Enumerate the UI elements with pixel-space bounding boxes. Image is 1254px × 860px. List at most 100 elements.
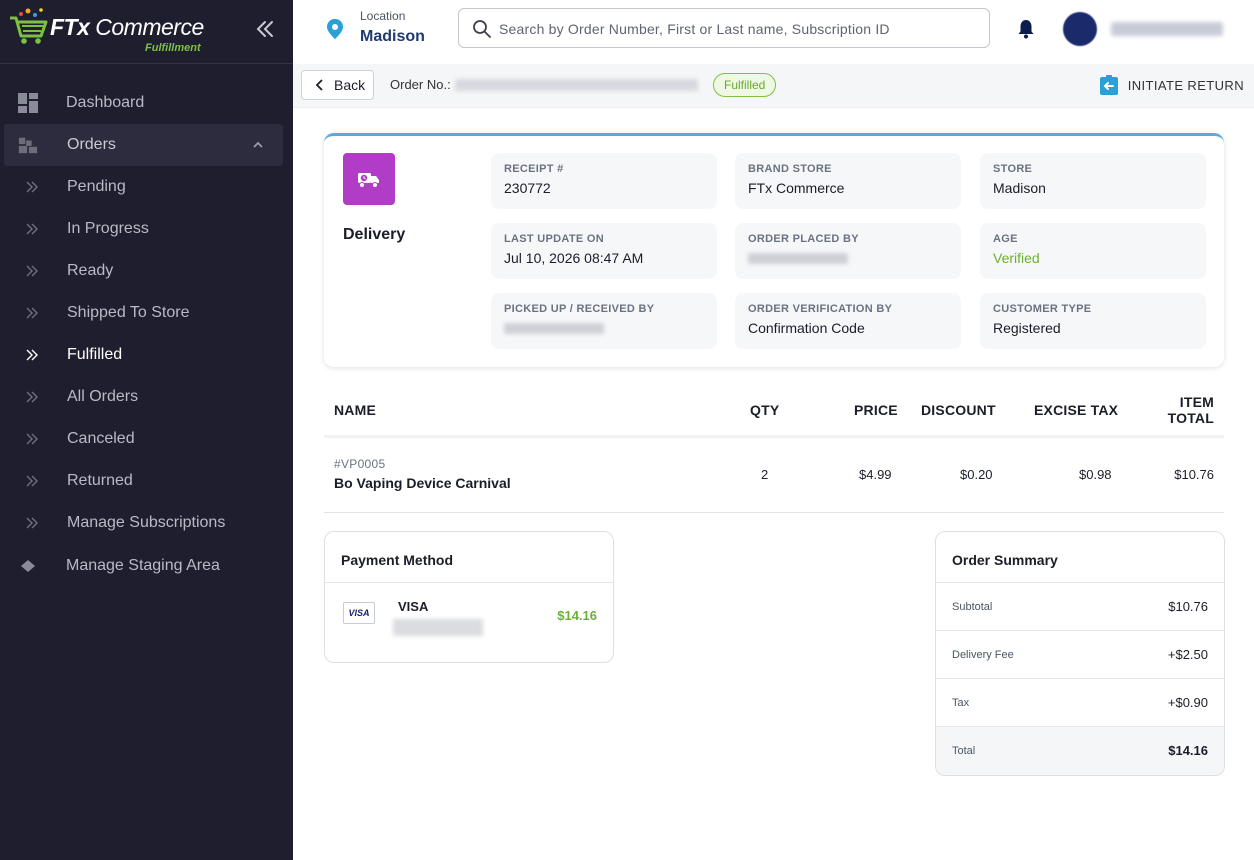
collapse-sidebar-icon[interactable] <box>254 18 276 40</box>
chevron-right-icon <box>22 345 42 365</box>
search-input[interactable] <box>499 18 979 40</box>
avatar[interactable] <box>1063 12 1097 46</box>
chevron-right-icon <box>22 471 42 491</box>
field-order-placed-by: ORDER PLACED BY <box>735 223 961 279</box>
order-number-value <box>455 79 698 91</box>
chevron-right-icon <box>22 303 42 323</box>
item-discount: $0.20 <box>960 467 993 482</box>
field-key: RECEIPT # <box>504 163 564 175</box>
search-icon <box>473 20 491 38</box>
field-last-update: LAST UPDATE ON Jul 10, 2026 08:47 AM <box>491 223 717 279</box>
table-row: #VP0005 Bo Vaping Device Carnival 2 $4.9… <box>324 441 1224 513</box>
field-key: BRAND STORE <box>748 163 832 175</box>
sidebar-item-label: Dashboard <box>66 93 145 111</box>
summary-label: Subtotal <box>952 601 993 613</box>
chevron-right-icon <box>22 513 42 533</box>
field-key: AGE <box>993 233 1018 245</box>
order-summary-card: Order Summary Subtotal $10.76 Delivery F… <box>935 531 1225 776</box>
sidebar: FTx Commerce Fulfillment Dashboard Order… <box>0 0 293 860</box>
sidebar-item-shipped-to-store[interactable]: Shipped To Store <box>0 292 293 334</box>
payment-method-title: Payment Method <box>325 532 613 583</box>
field-value: Confirmation Code <box>748 320 865 336</box>
summary-value: $14.16 <box>1168 743 1208 758</box>
cart-logo-icon <box>10 8 48 44</box>
field-picked-up-by: PICKED UP / RECEIVED BY <box>491 293 717 349</box>
chevron-right-icon <box>22 261 42 281</box>
field-key: ORDER VERIFICATION BY <box>748 303 893 315</box>
summary-label: Total <box>952 745 976 757</box>
sidebar-item-ready[interactable]: Ready <box>0 250 293 292</box>
diamond-icon <box>18 556 38 576</box>
column-header-qty: QTY <box>750 402 780 418</box>
back-button[interactable]: Back <box>301 70 374 100</box>
sidebar-item-label: Ready <box>67 262 114 279</box>
field-key: PICKED UP / RECEIVED BY <box>504 303 655 315</box>
status-badge: Fulfilled <box>713 73 777 97</box>
chevron-right-icon <box>22 177 42 197</box>
chevron-right-icon <box>22 387 42 407</box>
sidebar-item-orders[interactable]: Orders <box>4 124 283 166</box>
order-header-bar: Back Order No.: Fulfilled INITIATE RETUR… <box>293 64 1254 108</box>
summary-row-delivery-fee: Delivery Fee +$2.50 <box>936 631 1224 679</box>
sidebar-item-label: Manage Subscriptions <box>67 514 226 531</box>
user-name[interactable] <box>1111 22 1223 36</box>
sidebar-item-manage-subscriptions[interactable]: Manage Subscriptions <box>0 502 293 544</box>
field-store: STORE Madison <box>980 153 1206 209</box>
redacted-value <box>748 253 848 264</box>
orders-icon <box>18 135 38 155</box>
field-value: FTx Commerce <box>748 180 845 196</box>
summary-value: +$0.90 <box>1167 695 1208 710</box>
back-button-label: Back <box>334 77 366 93</box>
initiate-return-button[interactable]: INITIATE RETURN <box>1099 74 1244 96</box>
sidebar-item-label: Shipped To Store <box>67 304 190 321</box>
sidebar-item-pending[interactable]: Pending <box>0 166 293 208</box>
column-header-discount: DISCOUNT <box>921 402 996 418</box>
initiate-return-label: INITIATE RETURN <box>1127 77 1244 93</box>
sidebar-item-canceled[interactable]: Canceled <box>0 418 293 460</box>
order-info-card: Delivery RECEIPT # 230772 BRAND STORE FT… <box>324 133 1224 367</box>
sidebar-item-fulfilled[interactable]: Fulfilled <box>0 334 293 376</box>
field-key: CUSTOMER TYPE <box>993 303 1092 315</box>
card-brand-label: VISA <box>398 599 429 614</box>
sidebar-nav: Dashboard Orders Pending In Progress Rea… <box>0 81 293 587</box>
notification-bell-icon[interactable] <box>1015 18 1037 40</box>
location-label: Location <box>360 9 406 23</box>
summary-value: +$2.50 <box>1167 647 1208 662</box>
item-name: Bo Vaping Device Carnival <box>334 475 511 491</box>
field-value: Madison <box>993 180 1046 196</box>
summary-label: Tax <box>952 697 970 709</box>
summary-value: $10.76 <box>1168 599 1208 614</box>
sidebar-item-dashboard[interactable]: Dashboard <box>0 81 293 124</box>
column-header-name: NAME <box>334 402 377 418</box>
column-header-total: TOTAL <box>1167 410 1214 426</box>
column-header-excise-tax: EXCISE TAX <box>1034 402 1119 418</box>
summary-row-subtotal: Subtotal $10.76 <box>936 583 1224 631</box>
sidebar-item-manage-staging-area[interactable]: Manage Staging Area <box>0 544 293 587</box>
item-excise-tax: $0.98 <box>1079 467 1112 482</box>
sidebar-item-label: Returned <box>67 472 133 489</box>
location-value[interactable]: Madison <box>360 28 425 46</box>
field-value: Verified <box>993 250 1040 266</box>
field-customer-type: CUSTOMER TYPE Registered <box>980 293 1206 349</box>
sidebar-item-returned[interactable]: Returned <box>0 460 293 502</box>
sidebar-item-in-progress[interactable]: In Progress <box>0 208 293 250</box>
search-bar[interactable] <box>458 8 990 48</box>
field-key: STORE <box>993 163 1033 175</box>
summary-row-tax: Tax +$0.90 <box>936 679 1224 727</box>
summary-label: Delivery Fee <box>952 649 1014 661</box>
dashboard-icon <box>18 92 38 113</box>
field-key: ORDER PLACED BY <box>748 233 859 245</box>
field-key: LAST UPDATE ON <box>504 233 604 245</box>
chevron-up-icon <box>253 141 263 148</box>
brand-name: FTx Commerce <box>50 14 204 40</box>
chevron-left-icon <box>315 79 323 91</box>
sidebar-item-label: Orders <box>67 136 116 153</box>
top-bar: Location Madison <box>293 0 1254 64</box>
delivery-truck-icon <box>343 153 395 205</box>
sidebar-item-all-orders[interactable]: All Orders <box>0 376 293 418</box>
location-pin-icon <box>327 19 343 39</box>
items-table-header: NAME QTY PRICE DISCOUNT EXCISE TAX ITEM … <box>324 383 1224 438</box>
card-number-redacted <box>393 619 483 636</box>
column-header-item-total: ITEM TOTAL <box>1168 394 1214 426</box>
column-header-price: PRICE <box>854 402 898 418</box>
